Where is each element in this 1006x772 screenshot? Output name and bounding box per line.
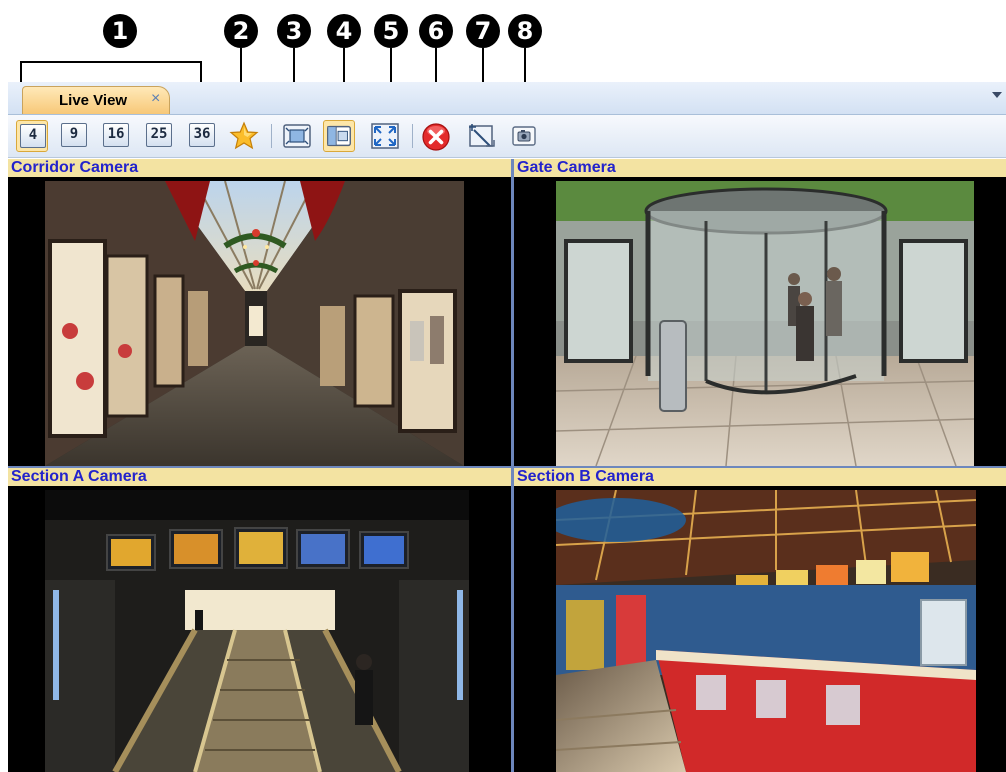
fullscreen-button[interactable] [369,120,401,152]
fit-frame-icon [283,124,311,148]
camera-panel-gate[interactable]: Gate Camera [514,159,1006,466]
callout-3: 3 [277,14,311,48]
callout-2: 2 [224,14,258,48]
camera-feed-corridor [45,181,464,466]
layout-25-label: 25 [146,123,172,147]
layout-16-button[interactable]: 16 [100,120,132,152]
tab-live-view[interactable]: Live View × [22,86,170,114]
toolbar: 4 9 16 25 36 [8,115,1006,158]
toolbar-separator [271,124,272,148]
layout-9-button[interactable]: 9 [58,120,90,152]
camera-panel-section-a[interactable]: Section A Camera [8,468,511,772]
snapshot-button[interactable] [508,120,540,152]
callout-1: 1 [103,14,137,48]
camera-title: Corridor Camera [8,159,511,177]
tab-close-icon[interactable]: × [151,90,160,108]
tab-list-dropdown-icon[interactable] [992,92,1002,98]
close-all-icon [422,123,450,151]
layout-4-button[interactable]: 4 [16,120,48,152]
tab-label: Live View [59,92,128,109]
callout-1-bracket-top [20,61,202,63]
favorite-star-icon [229,121,259,150]
callout-8: 8 [508,14,542,48]
favorite-button[interactable] [228,120,260,152]
camera-panel-corridor[interactable]: Corridor Camera [8,159,511,466]
snapshot-icon [512,126,536,146]
layout-25-button[interactable]: 25 [143,120,175,152]
frame-size-icon [327,125,351,147]
camera-title: Section B Camera [514,468,1006,486]
callout-4: 4 [327,14,361,48]
layout-9-label: 9 [61,123,87,147]
camera-feed-section-a [45,490,469,772]
frame-size-button[interactable] [323,120,355,152]
layout-16-label: 16 [103,123,129,147]
select-area-icon [469,124,495,147]
layout-36-button[interactable]: 36 [186,120,218,152]
layout-36-label: 36 [189,123,215,147]
camera-feed-gate [556,181,974,466]
grid-divider-horizontal [8,466,1006,468]
camera-title: Gate Camera [514,159,1006,177]
fit-frame-button[interactable] [281,120,313,152]
callout-5: 5 [374,14,408,48]
callout-6: 6 [419,14,453,48]
camera-feed-section-b [556,490,976,772]
toolbar-separator [412,124,413,148]
close-all-button[interactable] [420,120,452,152]
fullscreen-icon [371,123,399,149]
tab-strip: Live View × [8,82,1006,115]
layout-4-label: 4 [20,124,46,148]
select-area-button[interactable] [466,120,498,152]
camera-panel-section-b[interactable]: Section B Camera [514,468,1006,772]
callout-7: 7 [466,14,500,48]
camera-title: Section A Camera [8,468,511,486]
